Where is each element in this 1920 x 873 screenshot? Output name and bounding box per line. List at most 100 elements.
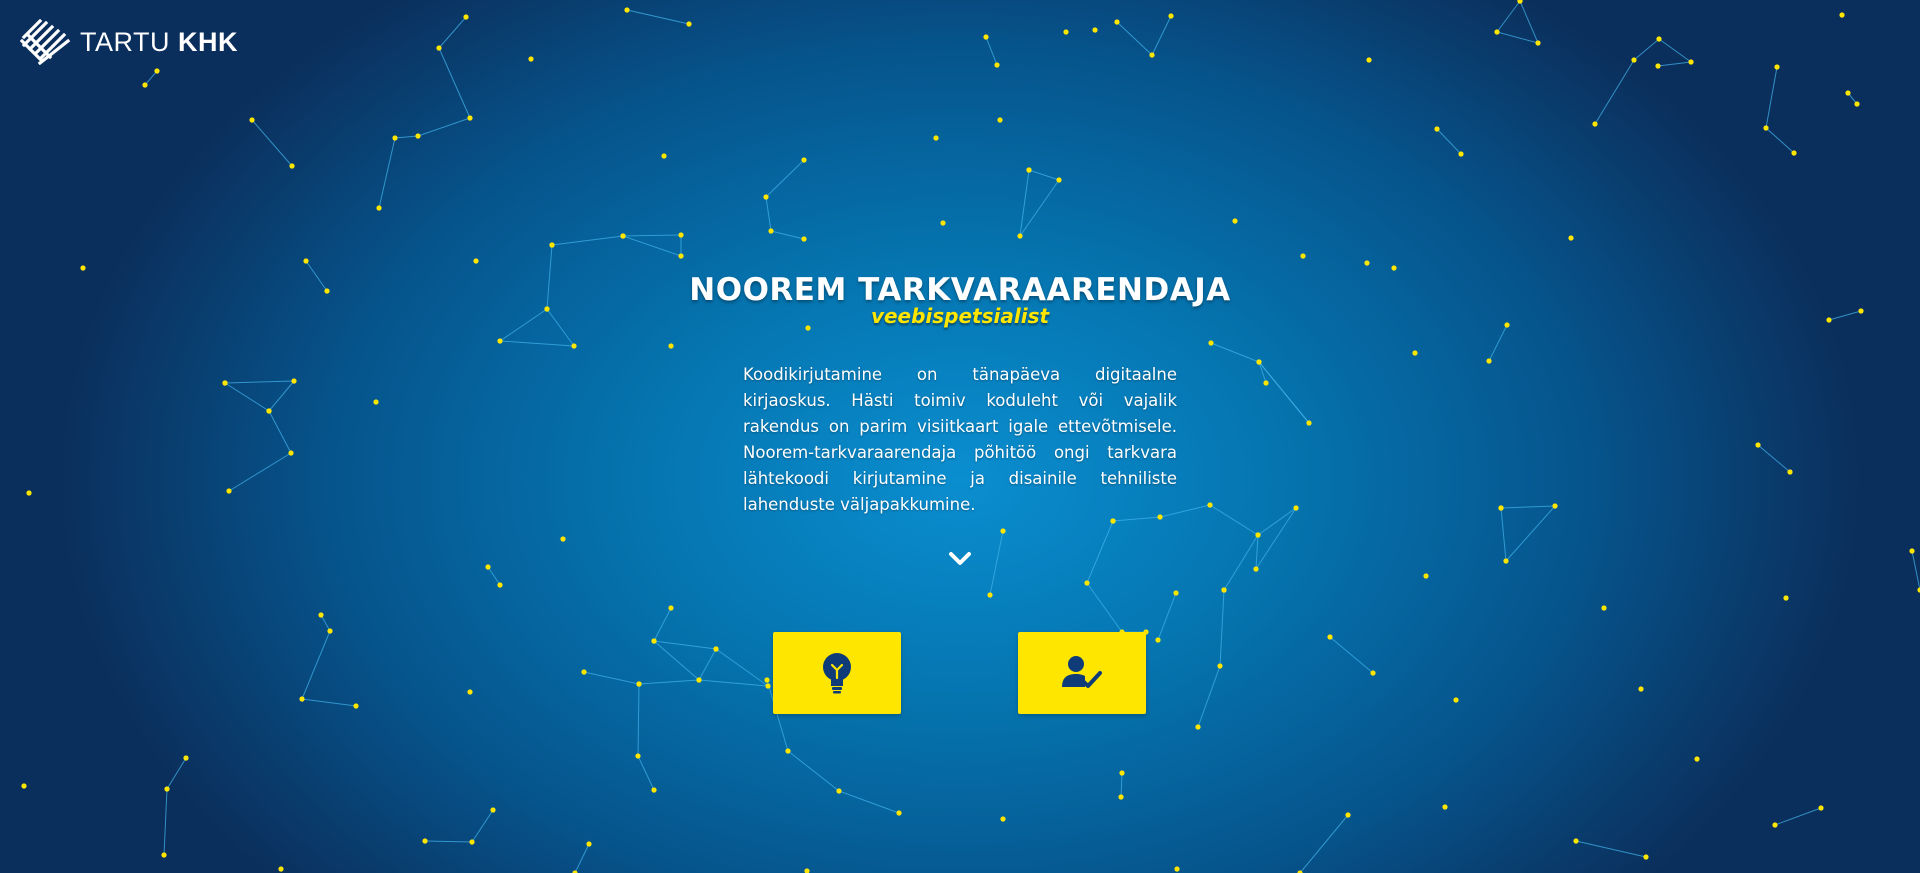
constellation-line <box>1157 592 1177 641</box>
star-dot <box>467 689 473 695</box>
constellation-line <box>989 530 1004 596</box>
constellation-line <box>574 843 590 873</box>
constellation-line <box>471 809 494 843</box>
constellation-line <box>1496 0 1521 33</box>
constellation-line <box>622 234 682 237</box>
star-dot <box>678 253 684 259</box>
star-dot <box>1774 64 1780 70</box>
star-dot <box>1149 52 1155 58</box>
star-dot <box>1573 838 1579 844</box>
star-dot <box>21 783 27 789</box>
star-dot <box>490 807 496 813</box>
brand-name-bold: KHK <box>178 26 239 57</box>
constellation-line <box>1633 38 1660 61</box>
star-dot <box>1110 518 1116 524</box>
constellation-line <box>1210 342 1260 363</box>
star-dot <box>291 378 297 384</box>
constellation-line <box>378 137 396 209</box>
star-dot <box>994 62 1000 68</box>
star-dot <box>1688 59 1694 65</box>
star-dot <box>1458 151 1464 157</box>
star-dot <box>415 133 421 139</box>
constellation-line <box>715 648 769 687</box>
star-dot <box>463 14 469 20</box>
hero-description: Koodikirjutamine on tänapäeva digitaalne… <box>743 365 1177 514</box>
constellation-line <box>698 679 769 687</box>
star-dot <box>1631 57 1637 63</box>
constellation-line <box>770 230 805 240</box>
star-dot <box>1568 235 1574 241</box>
person-check-button[interactable] <box>1018 632 1146 714</box>
star-dot <box>1306 420 1312 426</box>
constellation-line <box>228 452 292 492</box>
constellation-line <box>637 683 640 757</box>
constellation-line <box>1657 61 1692 67</box>
star-dot <box>1114 19 1120 25</box>
star-dot <box>801 236 807 242</box>
star-dot <box>560 536 566 542</box>
page-subtitle: veebispetsialist <box>870 304 1050 328</box>
star-dot <box>713 646 719 652</box>
star-dot <box>327 628 333 634</box>
star-dot <box>1300 253 1306 259</box>
star-dot <box>1839 12 1845 18</box>
constellation-line <box>1765 66 1778 129</box>
constellation-line <box>1255 534 1259 570</box>
scroll-down-button[interactable] <box>946 547 974 571</box>
constellation-line <box>551 235 624 246</box>
constellation-line <box>985 36 998 66</box>
constellation-line <box>1765 127 1795 154</box>
star-dot <box>1118 794 1124 800</box>
constellation-line <box>1028 169 1060 181</box>
constellation-line <box>1209 504 1259 536</box>
star-dot <box>154 68 160 74</box>
star-dot <box>289 163 295 169</box>
star-dot <box>940 220 946 226</box>
star-dot <box>1168 13 1174 19</box>
star-dot <box>1498 505 1504 511</box>
constellation-line <box>653 640 717 650</box>
constellation-line <box>1255 507 1297 570</box>
star-dot <box>436 45 442 51</box>
star-dot <box>1063 29 1069 35</box>
constellation-line <box>1197 665 1221 728</box>
constellation-line <box>301 698 357 707</box>
star-dot <box>1535 40 1541 46</box>
brand-logo[interactable]: TARTU KHK <box>20 18 238 66</box>
constellation-line <box>1019 179 1060 237</box>
constellation-line <box>698 648 717 681</box>
star-dot <box>1000 528 1006 534</box>
star-dot <box>620 233 626 239</box>
star-dot <box>1755 442 1761 448</box>
star-dot <box>661 153 667 159</box>
star-dot <box>1208 340 1214 346</box>
star-dot <box>222 380 228 386</box>
constellation-line <box>268 380 295 412</box>
star-dot <box>1293 505 1299 511</box>
constellation-line <box>765 159 805 198</box>
star-dot <box>686 21 692 27</box>
star-dot <box>549 242 555 248</box>
star-dot <box>1552 503 1558 509</box>
star-dot <box>1026 167 1032 173</box>
star-dot <box>571 343 577 349</box>
khk-logo-icon <box>20 19 71 65</box>
star-dot <box>581 669 587 675</box>
star-dot <box>353 703 359 709</box>
star-dot <box>1000 816 1006 822</box>
constellation-line <box>1500 505 1556 509</box>
star-dot <box>933 135 939 141</box>
constellation-line <box>787 750 840 792</box>
idea-button[interactable] <box>773 632 901 714</box>
constellation-line <box>1519 0 1539 44</box>
star-dot <box>1442 804 1448 810</box>
constellation-line <box>1258 361 1267 384</box>
star-dot <box>1787 469 1793 475</box>
star-dot <box>668 605 674 611</box>
star-dot <box>278 866 284 872</box>
star-dot <box>997 117 1003 123</box>
star-dot <box>183 755 189 761</box>
star-dot <box>142 82 148 88</box>
star-dot <box>1655 63 1661 69</box>
star-dot <box>299 696 305 702</box>
